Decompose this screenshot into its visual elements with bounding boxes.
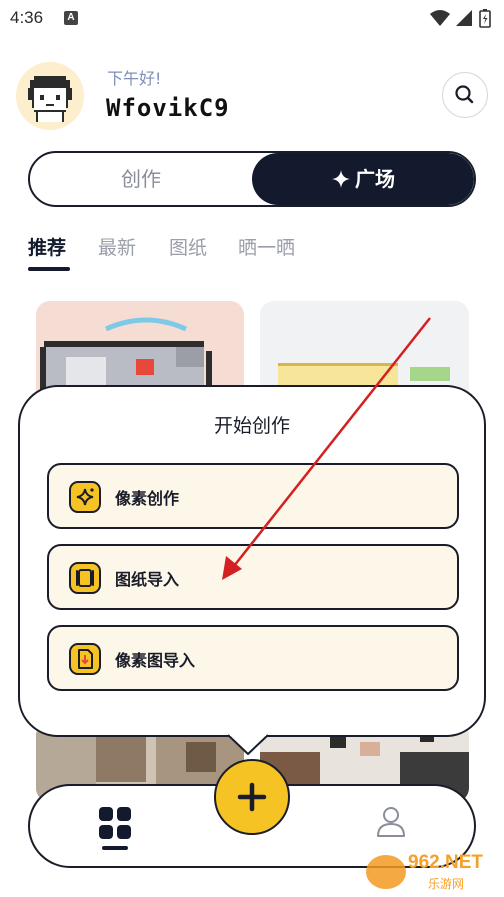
tab-create[interactable]: 创作	[30, 153, 252, 205]
user-icon	[377, 807, 405, 837]
grid-icon	[99, 807, 131, 839]
signal-icon	[456, 10, 472, 26]
popup-title: 开始创作	[213, 415, 290, 437]
option-label: 图纸导入	[115, 570, 180, 589]
status-bar: 4:36 A	[0, 0, 504, 36]
site-watermark: 962.NET 乐游网	[366, 852, 483, 891]
status-icons	[430, 9, 491, 28]
battery-icon	[479, 9, 491, 28]
sparkle-icon	[332, 170, 350, 188]
pixel-create-option[interactable]: 像素创作	[47, 463, 459, 529]
active-tab-indicator	[28, 267, 70, 271]
option-label: 像素创作	[115, 489, 180, 508]
nav-home-button[interactable]	[98, 806, 132, 840]
pixel-avatar-icon	[16, 62, 84, 130]
pixel-image-import-option[interactable]: 像素图导入	[47, 625, 459, 691]
search-button[interactable]	[442, 72, 488, 118]
scroll-icon	[69, 562, 101, 594]
greeting-text: 下午好!	[107, 69, 162, 88]
mode-switch: 创作 广场	[28, 151, 476, 207]
option-label: 像素图导入	[115, 651, 196, 670]
start-creating-popup: 开始创作 像素创作 图纸导入 像素图导入	[18, 385, 486, 737]
pattern-import-option[interactable]: 图纸导入	[47, 544, 459, 610]
active-nav-indicator	[102, 846, 128, 850]
tab-showcase[interactable]: 晒一晒	[238, 233, 295, 260]
username: WfovikC9	[106, 94, 230, 122]
svg-text:乐游网: 乐游网	[428, 877, 464, 891]
tab-latest[interactable]: 最新	[98, 233, 136, 260]
plus-icon	[237, 782, 267, 812]
search-icon	[455, 85, 474, 104]
tab-plaza[interactable]: 广场	[252, 153, 474, 205]
nav-profile-button[interactable]	[374, 804, 408, 838]
image-import-icon	[69, 643, 101, 675]
svg-text:962.NET: 962.NET	[408, 852, 483, 873]
create-fab-button[interactable]	[214, 759, 290, 835]
wifi-icon	[430, 10, 450, 26]
tab-recommended[interactable]: 推荐	[28, 233, 66, 260]
tab-patterns[interactable]: 图纸	[169, 233, 207, 260]
avatar[interactable]	[16, 62, 84, 130]
popup-tail	[228, 732, 268, 755]
sparkle-icon	[69, 481, 101, 513]
tab-plaza-label: 广场	[355, 167, 395, 191]
notification-icon: A	[64, 11, 78, 25]
status-time: 4:36	[10, 8, 44, 27]
